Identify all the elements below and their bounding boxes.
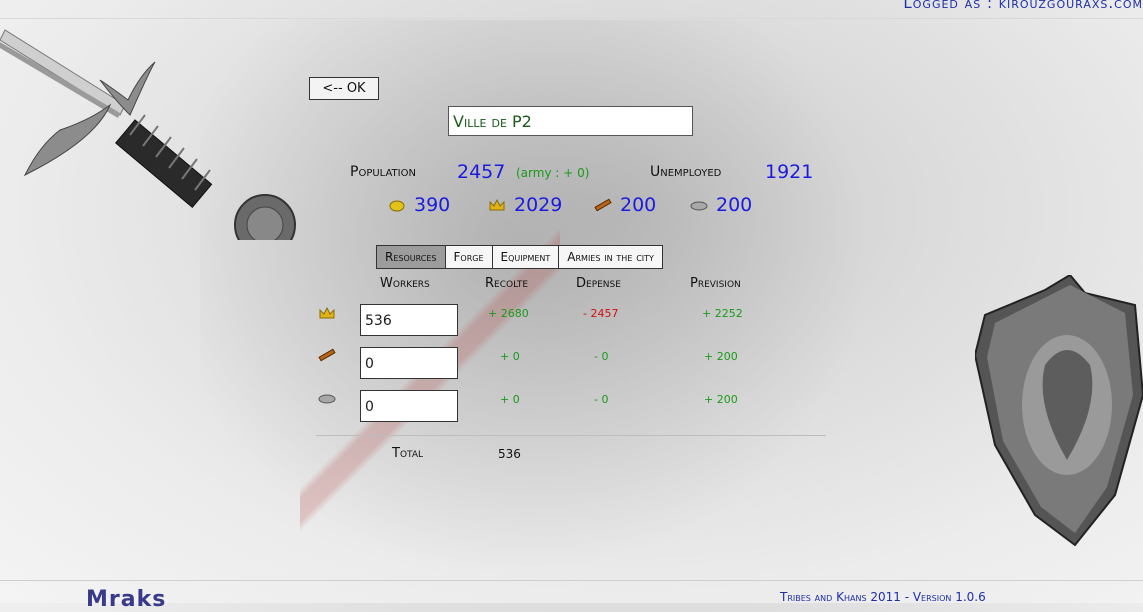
stone-icon [318, 394, 336, 404]
crown-icon [489, 198, 505, 211]
depense-wood: - 0 [594, 350, 609, 363]
crown-icon [319, 306, 335, 319]
depense-stone: - 0 [594, 393, 609, 406]
sword-icon [0, 29, 296, 240]
gold-icon [389, 200, 405, 212]
workers-input-wood[interactable]: 0 [360, 347, 458, 379]
wood-icon [594, 198, 612, 212]
ok-back-button[interactable]: <-- OK [309, 77, 379, 100]
top-divider [0, 18, 1143, 19]
prevision-stone: + 200 [704, 393, 738, 406]
table-divider [316, 435, 826, 436]
depense-crown: - 2457 [583, 307, 619, 320]
footer-divider [0, 580, 1143, 581]
population-label: Population [350, 164, 416, 180]
total-value: 536 [498, 447, 521, 461]
crown-value: 2029 [514, 194, 563, 216]
tab-equipment[interactable]: Equipment [491, 245, 560, 269]
total-label: Total [392, 446, 423, 461]
recolte-stone: + 0 [500, 393, 520, 406]
tab-resources[interactable]: Resources [376, 245, 446, 269]
column-header-prevision: Prevision [690, 276, 741, 291]
army-count: (army : + 0) [516, 166, 590, 180]
tab-bar: Resources Forge Equipment Armies in the … [376, 245, 663, 269]
tab-armies[interactable]: Armies in the city [558, 245, 663, 269]
column-header-depense: Depense [576, 276, 621, 291]
unemployed-value: 1921 [765, 161, 814, 183]
column-header-recolte: Recolte [485, 276, 529, 291]
background-cross [300, 230, 560, 530]
prevision-crown: + 2252 [702, 307, 743, 320]
footer-logo: Mraks [86, 587, 167, 612]
resource-stone: 200 [690, 194, 752, 216]
wood-icon [318, 348, 336, 362]
recolte-wood: + 0 [500, 350, 520, 363]
resource-gold: 390 [388, 194, 450, 216]
resource-crown: 2029 [488, 194, 562, 216]
workers-input-stone[interactable]: 0 [360, 390, 458, 422]
recolte-crown: + 2680 [488, 307, 529, 320]
unemployed-label: Unemployed [650, 164, 722, 180]
population-value: 2457 [457, 161, 506, 183]
column-header-workers: Workers [380, 276, 430, 291]
stone-icon [690, 201, 708, 211]
wood-value: 200 [620, 194, 657, 216]
tab-forge[interactable]: Forge [444, 245, 493, 269]
prevision-wood: + 200 [704, 350, 738, 363]
stone-value: 200 [716, 194, 753, 216]
gold-value: 390 [414, 194, 451, 216]
footer-version: Tribes and Khans 2011 - Version 1.0.6 [780, 590, 986, 604]
city-name-field[interactable]: Ville de P2 [448, 106, 693, 136]
shield-icon [975, 275, 1143, 547]
workers-input-crown[interactable]: 536 [360, 304, 458, 336]
logged-as-text: Logged as : kirouzgouraxs.com [903, 0, 1143, 12]
resource-wood: 200 [594, 194, 656, 216]
